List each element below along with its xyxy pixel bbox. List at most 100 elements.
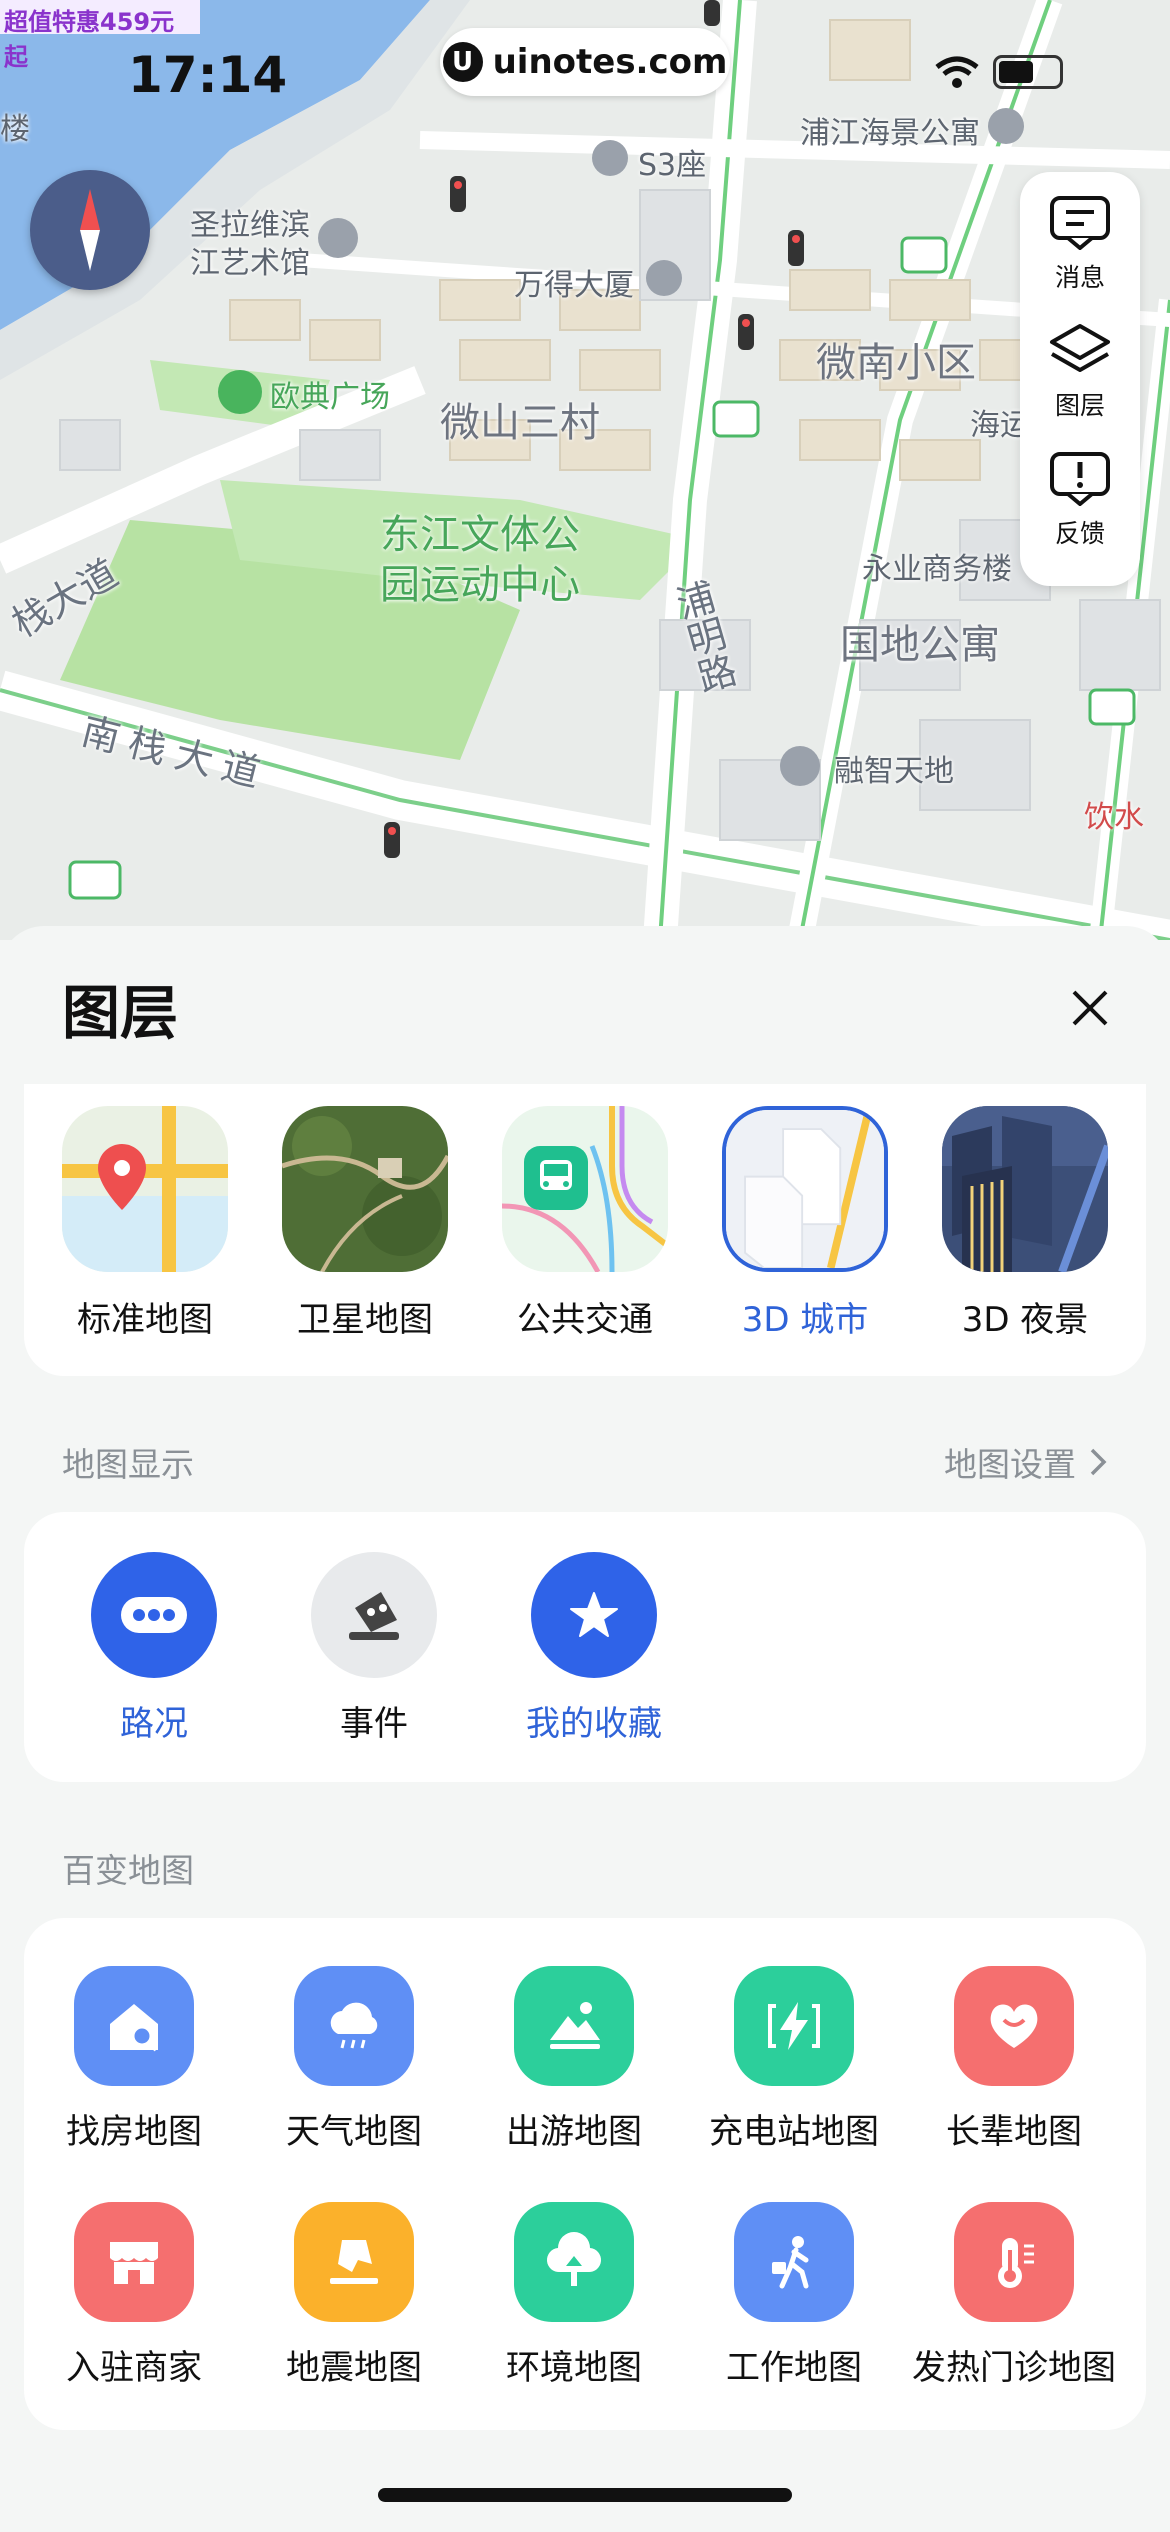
work-map-label: 工作地图 <box>726 2348 862 2388</box>
feedback-label: 反馈 <box>1054 519 1105 548</box>
layers-label: 图层 <box>1054 391 1105 420</box>
work-map-button[interactable]: 工作地图 <box>684 2202 904 2389</box>
url-pill: U uinotes.com <box>440 28 730 96</box>
layer-label: 公共交通 <box>517 1300 653 1340</box>
environment-map-label: 环境地图 <box>506 2348 642 2388</box>
shop-icon <box>74 2202 194 2322</box>
baibian-section-title: 百变地图 <box>62 1851 194 1890</box>
favorites-toggle[interactable]: 我的收藏 <box>494 1552 694 1745</box>
display-section-title: 地图显示 <box>62 1445 194 1484</box>
house-map-button[interactable]: 找房地图 <box>24 1966 244 2153</box>
environment-icon <box>514 2202 634 2322</box>
close-icon[interactable] <box>1060 978 1120 1038</box>
earthquake-icon <box>294 2202 414 2322</box>
charging-map-button[interactable]: 充电站地图 <box>684 1966 904 2153</box>
compass-icon <box>80 189 100 271</box>
fever-clinic-map-label: 发热门诊地图 <box>912 2348 1116 2388</box>
sheet-title: 图层 <box>62 979 179 1047</box>
satellite-map-thumbnail <box>282 1106 448 1272</box>
event-toggle[interactable]: 事件 <box>274 1552 474 1745</box>
status-time: 17:14 <box>128 46 288 104</box>
message-icon <box>1050 196 1110 250</box>
traffic-label: 路况 <box>120 1704 188 1744</box>
merchant-join-button[interactable]: 入驻商家 <box>24 2202 244 2389</box>
map-label: 浦江海景公寓 <box>800 116 980 151</box>
map-label: 园运动中心 <box>380 562 580 608</box>
url-text: uinotes.com <box>492 42 728 82</box>
weather-map-button[interactable]: 天气地图 <box>244 1966 464 2153</box>
display-options-card: 路况 事件 我的收藏 <box>24 1512 1146 1782</box>
star-icon <box>531 1552 657 1678</box>
home-indicator[interactable] <box>378 2488 792 2502</box>
charging-map-label: 充电站地图 <box>709 2112 879 2152</box>
map-label: 万得大厦 <box>514 268 634 303</box>
environment-map-button[interactable]: 环境地图 <box>464 2202 684 2389</box>
map-label: 永业商务楼 <box>862 552 1012 587</box>
layer-standard[interactable]: 标准地图 <box>62 1106 228 1341</box>
layer-label: 卫星地图 <box>297 1300 433 1340</box>
traffic-icon <box>91 1552 217 1678</box>
status-icons <box>935 55 1063 89</box>
3d-city-thumbnail <box>722 1106 888 1272</box>
feedback-icon <box>1050 452 1110 506</box>
3d-night-thumbnail <box>942 1106 1108 1272</box>
map-view[interactable]: 楼 S3座 万得大厦 浦江海景公寓 圣拉维滨 江艺术馆 欧典广场 微山三村 微南… <box>0 0 1170 940</box>
house-map-label: 找房地图 <box>66 2112 202 2152</box>
layers-icon <box>1050 324 1110 372</box>
travel-icon <box>514 1966 634 2086</box>
layer-3d-city[interactable]: 3D 城市 <box>722 1106 888 1341</box>
map-label: 融智天地 <box>834 754 954 789</box>
travel-map-label: 出游地图 <box>506 2112 642 2152</box>
heart-icon <box>954 1966 1074 2086</box>
layer-satellite[interactable]: 卫星地图 <box>282 1106 448 1341</box>
map-label: 江艺术馆 <box>190 246 310 281</box>
travel-map-button[interactable]: 出游地图 <box>464 1966 684 2153</box>
map-settings-label: 地图设置 <box>944 1445 1076 1484</box>
battery-icon <box>993 55 1063 89</box>
transit-map-thumbnail <box>502 1106 668 1272</box>
layer-label: 标准地图 <box>77 1300 213 1340</box>
map-label: 微山三村 <box>440 400 600 446</box>
chevron-right-icon <box>1090 1448 1107 1476</box>
fever-clinic-map-button[interactable]: 发热门诊地图 <box>904 2202 1124 2389</box>
house-search-icon <box>74 1966 194 2086</box>
layer-types-card: 标准地图 卫星地图 公共交通 3D 城市 3D 夜景 <box>24 1084 1146 1376</box>
elder-map-button[interactable]: 长辈地图 <box>904 1966 1124 2153</box>
map-label: 国地公寓 <box>840 622 1000 668</box>
map-label: 微南小区 <box>816 340 976 386</box>
layer-3d-night[interactable]: 3D 夜景 <box>942 1106 1108 1341</box>
map-label: 饮水 <box>1084 800 1144 835</box>
layer-label: 3D 城市 <box>741 1300 869 1340</box>
map-side-panel: 消息 图层 反馈 <box>1020 172 1140 586</box>
favorites-label: 我的收藏 <box>526 1704 662 1744</box>
wifi-icon <box>935 56 979 88</box>
layers-button[interactable]: 图层 <box>1020 322 1140 450</box>
map-label: 欧典广场 <box>270 380 390 415</box>
layer-label: 3D 夜景 <box>961 1300 1089 1340</box>
layer-transit[interactable]: 公共交通 <box>502 1106 668 1341</box>
uinotes-logo-icon: U <box>442 42 483 82</box>
messages-button[interactable]: 消息 <box>1020 194 1140 322</box>
earthquake-map-button[interactable]: 地震地图 <box>244 2202 464 2389</box>
promo-banner[interactable]: 超值特惠459元起 <box>0 0 200 71</box>
elder-map-label: 长辈地图 <box>946 2112 1082 2152</box>
map-canvas <box>0 0 1170 940</box>
compass-button[interactable] <box>30 170 150 290</box>
layers-sheet: 图层 标准地图 卫星地图 公共交通 3D 城市 3D 夜景 地图显示 地图设置 … <box>0 926 1170 2532</box>
traffic-toggle[interactable]: 路况 <box>54 1552 254 1745</box>
charging-icon <box>734 1966 854 2086</box>
map-label: 楼 <box>0 112 30 147</box>
baibian-maps-card: 找房地图 天气地图 出游地图 充电站地图 长辈地图 入驻商家 地震地图 环境地图… <box>24 1918 1146 2430</box>
map-label: S3座 <box>638 148 707 183</box>
weather-icon <box>294 1966 414 2086</box>
merchant-join-label: 入驻商家 <box>66 2348 202 2388</box>
map-settings-link[interactable]: 地图设置 <box>944 1438 1108 1486</box>
thermometer-icon <box>954 2202 1074 2322</box>
feedback-button[interactable]: 反馈 <box>1020 450 1140 578</box>
event-icon <box>311 1552 437 1678</box>
earthquake-map-label: 地震地图 <box>286 2348 422 2388</box>
work-icon <box>734 2202 854 2322</box>
event-label: 事件 <box>340 1704 408 1744</box>
messages-label: 消息 <box>1054 263 1105 292</box>
weather-map-label: 天气地图 <box>286 2112 422 2152</box>
